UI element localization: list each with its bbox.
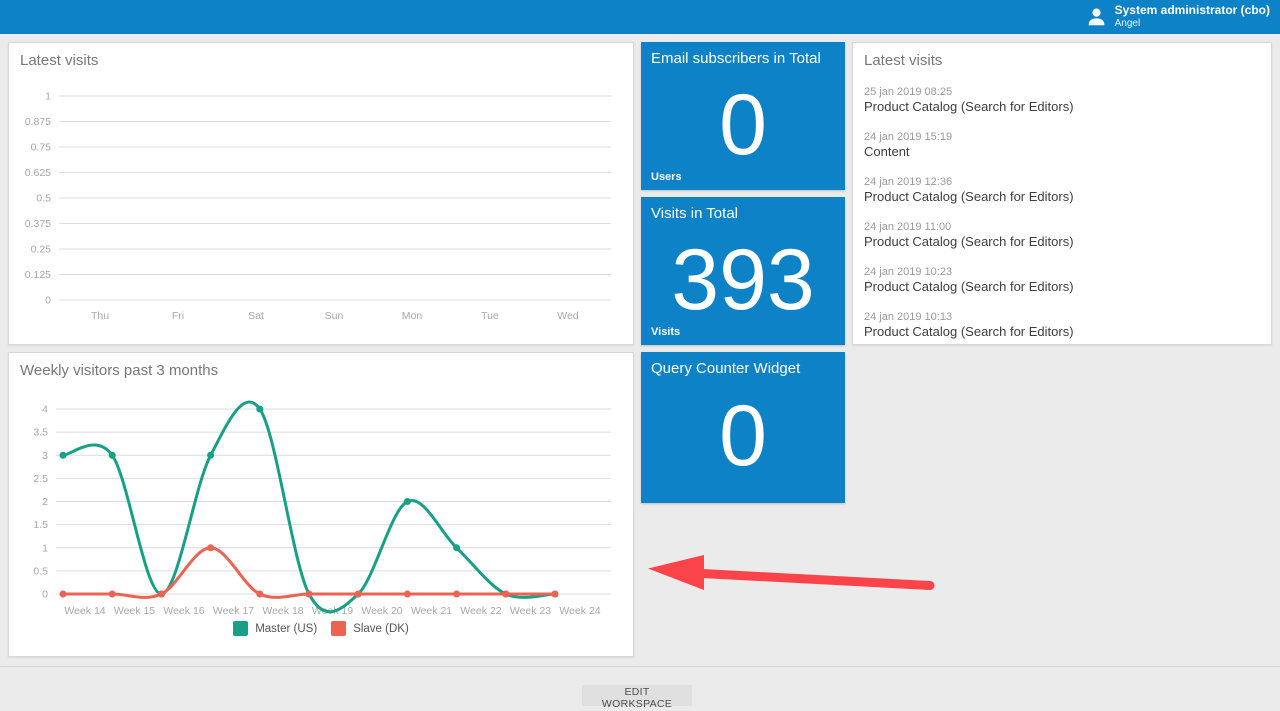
user-menu[interactable]: System administrator (cbo) Angel: [1087, 0, 1270, 34]
svg-text:4: 4: [42, 404, 48, 416]
user-icon: [1087, 8, 1106, 26]
chart-legend: Master (US) Slave (DK): [9, 621, 633, 636]
visit-timestamp: 24 jan 2019 15:19: [864, 130, 1261, 144]
svg-text:Week 14: Week 14: [64, 605, 105, 617]
svg-text:1: 1: [42, 542, 48, 554]
legend-label: Master (US): [255, 623, 317, 635]
svg-text:1.5: 1.5: [33, 519, 48, 531]
visit-timestamp: 24 jan 2019 11:00: [864, 220, 1261, 234]
visit-label: Product Catalog (Search for Editors): [864, 189, 1261, 205]
tile-value: 0: [641, 352, 845, 503]
svg-text:Week 18: Week 18: [262, 605, 303, 617]
svg-text:Sun: Sun: [325, 310, 344, 322]
weekly-visitors-panel: Weekly visitors past 3 months 43.532.521…: [8, 352, 634, 657]
latest-visits-chart-canvas: 1 0.875 0.75 0.625 0.5 0.375 0.25 0.125 0 Thu Fri S…: [9, 43, 633, 344]
visit-timestamp: 24 jan 2019 10:13: [864, 310, 1261, 324]
svg-text:Week 17: Week 17: [213, 605, 254, 617]
edit-workspace-button[interactable]: EDIT WORKSPACE: [582, 685, 692, 706]
panel-title: Latest visits: [864, 51, 942, 70]
visit-timestamp: 25 jan 2019 08:25: [864, 85, 1261, 99]
svg-text:0.375: 0.375: [25, 218, 51, 230]
svg-text:2: 2: [42, 496, 48, 508]
svg-text:3: 3: [42, 450, 48, 462]
svg-text:Week 20: Week 20: [361, 605, 402, 617]
visit-label: Content: [864, 144, 1261, 160]
legend-item[interactable]: Master (US): [233, 621, 317, 636]
svg-text:3.5: 3.5: [33, 427, 48, 439]
legend-item[interactable]: Slave (DK): [331, 621, 409, 636]
list-item: 24 jan 2019 15:19Content: [864, 130, 1261, 160]
legend-label: Slave (DK): [353, 623, 409, 635]
svg-text:0: 0: [42, 589, 48, 601]
svg-text:Week 21: Week 21: [411, 605, 452, 617]
svg-text:0.75: 0.75: [31, 142, 52, 154]
tile-value: 0: [641, 42, 845, 190]
svg-text:2.5: 2.5: [33, 473, 48, 485]
svg-text:0.5: 0.5: [33, 565, 48, 577]
list-item: 24 jan 2019 11:00Product Catalog (Search…: [864, 220, 1261, 250]
visit-label: Product Catalog (Search for Editors): [864, 99, 1261, 115]
tile-visits-total: Visits in Total 393 Visits: [641, 197, 845, 345]
list-item: 24 jan 2019 12:36Product Catalog (Search…: [864, 175, 1261, 205]
tile-email-subscribers: Email subscribers in Total 0 Users: [641, 42, 845, 190]
visit-label: Product Catalog (Search for Editors): [864, 234, 1261, 250]
svg-text:0: 0: [45, 295, 51, 307]
svg-text:Sat: Sat: [248, 310, 264, 322]
tile-value: 393: [641, 197, 845, 345]
svg-text:0.25: 0.25: [31, 244, 52, 256]
svg-text:Week 16: Week 16: [163, 605, 204, 617]
svg-text:Tue: Tue: [481, 310, 499, 322]
visit-timestamp: 24 jan 2019 12:36: [864, 175, 1261, 189]
top-header: System administrator (cbo) Angel: [0, 0, 1280, 34]
svg-text:Week 24: Week 24: [559, 605, 600, 617]
svg-text:Week 15: Week 15: [114, 605, 155, 617]
tile-unit: Users: [651, 171, 682, 183]
weekly-visitors-chart-canvas: 43.532.521.510.50Week 14Week 15Week 16We…: [9, 353, 633, 656]
svg-text:Week 23: Week 23: [510, 605, 551, 617]
user-subtitle: Angel: [1115, 18, 1270, 30]
svg-text:0.125: 0.125: [25, 269, 51, 281]
latest-visits-chart-panel: Latest visits 10.8750.750.6250.50.3750.2…: [8, 42, 634, 345]
svg-text:0.875: 0.875: [25, 116, 51, 128]
visit-timestamp: 24 jan 2019 10:23: [864, 265, 1261, 279]
latest-visits-list-panel: Latest visits 25 jan 2019 08:25Product C…: [852, 42, 1272, 345]
legend-swatch: [331, 621, 346, 636]
svg-text:Fri: Fri: [172, 310, 184, 322]
user-name: System administrator (cbo): [1115, 4, 1270, 18]
list-item: 25 jan 2019 08:25Product Catalog (Search…: [864, 85, 1261, 115]
svg-text:Wed: Wed: [557, 310, 579, 322]
svg-text:Mon: Mon: [402, 310, 423, 322]
footer-divider: [0, 666, 1280, 667]
tile-unit: Visits: [651, 326, 680, 338]
visit-label: Product Catalog (Search for Editors): [864, 324, 1261, 340]
svg-text:1: 1: [45, 91, 51, 103]
visit-list: 25 jan 2019 08:25Product Catalog (Search…: [864, 85, 1261, 355]
list-item: 24 jan 2019 10:23Product Catalog (Search…: [864, 265, 1261, 295]
list-item: 24 jan 2019 10:13Product Catalog (Search…: [864, 310, 1261, 340]
tile-query-counter: Query Counter Widget 0: [641, 352, 845, 503]
svg-text:0.625: 0.625: [25, 167, 51, 179]
visit-label: Product Catalog (Search for Editors): [864, 279, 1261, 295]
svg-text:0.5: 0.5: [36, 193, 51, 205]
svg-text:Week 22: Week 22: [460, 605, 501, 617]
svg-text:Thu: Thu: [91, 310, 109, 322]
legend-swatch: [233, 621, 248, 636]
